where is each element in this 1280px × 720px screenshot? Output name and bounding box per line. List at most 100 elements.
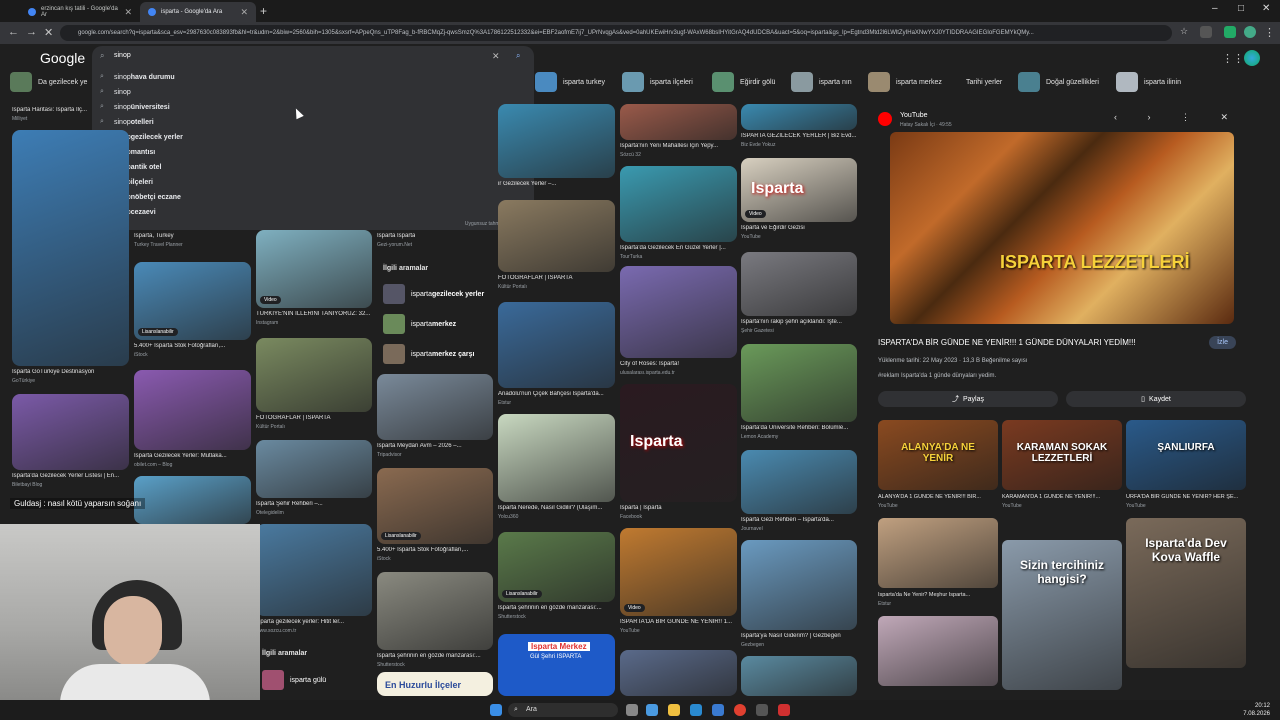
result-caption[interactable]: Isparta'ya Nasıl Giderim? | Gezbegen bbox=[741, 633, 857, 639]
store-icon[interactable] bbox=[712, 704, 724, 716]
result-image[interactable] bbox=[741, 252, 857, 316]
result-image[interactable] bbox=[741, 104, 857, 130]
video-thumbnail[interactable] bbox=[878, 518, 998, 588]
file-explorer-icon[interactable] bbox=[668, 704, 680, 716]
image-result[interactable]: Isparta şehrinin en gözde manzarası:... S… bbox=[377, 572, 493, 672]
image-result[interactable]: ir Gezilecek Yerler –... bbox=[498, 104, 615, 200]
result-source[interactable]: Shutterstock bbox=[377, 662, 405, 668]
result-source[interactable]: GoTürkiye bbox=[12, 378, 35, 384]
result-source[interactable]: Turkey Travel Planner bbox=[134, 242, 183, 248]
image-result[interactable]: FOTOĞRAFLAR | ISPARTA Kültür Portalı bbox=[498, 200, 615, 294]
video-title[interactable]: Isparta'da Ne Yenir? Meşhur Isparta... bbox=[878, 592, 998, 598]
result-source[interactable]: Lemon Academy bbox=[741, 434, 778, 440]
result-source[interactable]: Tripadvisor bbox=[377, 452, 402, 458]
image-result[interactable]: Video Isparta Isparta ve Eğirdir Gezisi You… bbox=[741, 158, 857, 244]
related-search-item[interactable]: isparta gezilecek yerler bbox=[383, 284, 484, 304]
tab-isparta[interactable]: isparta - Google'da Ara ✕ bbox=[140, 2, 256, 22]
image-result[interactable]: Isparta'da Gezilecek En Güzel Yerler |..… bbox=[620, 166, 737, 264]
preview-title[interactable]: ISPARTA'DA BİR GÜNDE NE YENİR!!! 1 GÜNDE… bbox=[878, 338, 1208, 347]
result-caption[interactable]: Isparta Isparta bbox=[377, 233, 415, 239]
image-result[interactable]: isparta gezilecek yerler: Hitit ler... ww… bbox=[256, 524, 372, 638]
save-button[interactable]: ▯ Kaydet bbox=[1066, 391, 1246, 407]
obs-icon[interactable] bbox=[756, 704, 768, 716]
result-source[interactable]: Biz Evde Yokuz bbox=[741, 142, 775, 148]
result-caption[interactable]: Isparta şehrinin en gözde manzarası:... bbox=[377, 653, 493, 659]
panel-nav-icons[interactable]: ‹ › ⋮ ✕ bbox=[1114, 112, 1242, 123]
result-image[interactable] bbox=[12, 130, 129, 366]
result-source[interactable]: Sözcü 32 bbox=[620, 152, 641, 158]
suggestion-item[interactable]: ⌕ sinop bbox=[100, 85, 131, 99]
filter-chip[interactable]: isparta ilçeleri bbox=[622, 72, 693, 92]
image-result[interactable]: Isparta'ya Nasıl Giderim? | Gezbegen Gezb… bbox=[741, 540, 857, 652]
tab-erzincan[interactable]: erzincan kış tatili - Google'da Ar ✕ bbox=[20, 2, 140, 22]
video-thumbnail[interactable] bbox=[1126, 420, 1246, 490]
result-caption[interactable]: Isparta Şehir Rehberi –... bbox=[256, 501, 372, 507]
filter-chip[interactable]: Tarihi yerler bbox=[966, 72, 1002, 92]
image-result[interactable]: Lisanslanabilir 5.400+ Isparta Stok Fotoğ… bbox=[377, 468, 493, 566]
image-result[interactable]: City of Roses: Isparta! ulusalarası.ispar… bbox=[620, 266, 737, 380]
result-caption[interactable]: FOTOĞRAFLAR | ISPARTA bbox=[256, 415, 372, 421]
result-caption[interactable]: FOTOĞRAFLAR | ISPARTA bbox=[498, 275, 615, 281]
new-tab-button[interactable]: + bbox=[260, 4, 267, 18]
result-source[interactable]: Biletbayi Blog bbox=[12, 482, 42, 488]
taskbar-clock[interactable]: 20:12 7.08.2026 bbox=[1243, 702, 1270, 718]
image-result[interactable]: Anadolu'nun Çiçek Bahçesi Isparta'da... E… bbox=[498, 302, 615, 410]
result-source[interactable]: Facebook bbox=[620, 514, 642, 520]
image-result[interactable]: Video ISPARTA'DA BİR GÜNDE NE YENİR!! 1..… bbox=[620, 528, 737, 638]
result-image[interactable] bbox=[377, 572, 493, 650]
result-source[interactable]: Yolcu360 bbox=[498, 514, 518, 520]
image-result[interactable]: Isparta Nerede, Nasıl Gidilir? (Ulaşım..… bbox=[498, 414, 615, 524]
image-result[interactable]: ISPARTA GEZİLECEK YERLER | Biz Evd... Biz… bbox=[741, 104, 857, 152]
result-image[interactable] bbox=[620, 650, 737, 696]
image-result[interactable]: Isparta'nın Yeni Mahallesi İçin Yepy... S… bbox=[620, 104, 737, 162]
watch-button[interactable]: İzle bbox=[1209, 336, 1236, 349]
bookmark-star-icon[interactable]: ☆ bbox=[1180, 26, 1188, 37]
image-result[interactable]: Isparta Gezilecek Yerler: Mutlaka... obil… bbox=[134, 370, 251, 472]
result-source[interactable]: Gezi-yorum.Net bbox=[377, 242, 412, 248]
result-caption[interactable]: Isparta'da Gezilecek Yerler Listesi | En… bbox=[12, 473, 129, 479]
image-result[interactable]: Lisanslanabilir Isparta şehrinin en gözde… bbox=[498, 532, 615, 624]
result-source[interactable]: TourTurka bbox=[620, 254, 642, 260]
result-caption[interactable]: TÜRKİYE'NİN İLLERİNİ TANIYORUZ: 32... bbox=[256, 311, 372, 317]
result-source[interactable]: iStock bbox=[134, 352, 148, 358]
source-name[interactable]: YouTube bbox=[900, 112, 928, 119]
google-logo[interactable]: Google bbox=[40, 50, 85, 66]
edge-icon[interactable] bbox=[690, 704, 702, 716]
result-caption[interactable]: Isparta Meydan Avm – 2026 –... bbox=[377, 443, 493, 449]
menu-icon[interactable]: ⋮ bbox=[1264, 26, 1275, 39]
result-image[interactable] bbox=[256, 440, 372, 498]
app-icon[interactable] bbox=[778, 704, 790, 716]
close-tab-icon[interactable]: ✕ bbox=[124, 7, 132, 18]
result-image[interactable] bbox=[741, 656, 857, 696]
result-caption[interactable]: ISPARTA'DA BİR GÜNDE NE YENİR!! 1... bbox=[620, 619, 737, 625]
result-image[interactable] bbox=[620, 166, 737, 242]
suggestion-item[interactable]: ⌕ sinop hava durumu bbox=[100, 70, 175, 84]
result-caption[interactable]: Isparta şehrinin en gözde manzarası:... bbox=[498, 605, 615, 611]
result-caption[interactable]: Isparta, Turkey bbox=[134, 233, 251, 239]
maximize-button[interactable]: □ bbox=[1238, 3, 1244, 14]
result-image[interactable] bbox=[498, 414, 615, 502]
result-caption[interactable]: Isparta GoTürkiye Destinasyon bbox=[12, 369, 129, 375]
share-button[interactable]: ⤴ Paylaş bbox=[878, 391, 1058, 407]
image-result[interactable]: Isparta'da Gezilecek Yerler Listesi | En… bbox=[12, 394, 129, 492]
related-search-item[interactable]: isparta merkez çarşı bbox=[383, 344, 474, 364]
result-source[interactable]: YouTube bbox=[741, 234, 761, 240]
result-image[interactable] bbox=[620, 104, 737, 140]
result-image[interactable] bbox=[134, 370, 251, 450]
result-caption[interactable]: ir Gezilecek Yerler –... bbox=[498, 181, 615, 187]
result-source[interactable]: Milliyet bbox=[12, 116, 27, 122]
result-image[interactable] bbox=[620, 266, 737, 358]
result-source[interactable]: ulusalarası.isparta.edu.tr bbox=[620, 370, 675, 376]
result-caption[interactable]: Anadolu'nun Çiçek Bahçesi Isparta'da... bbox=[498, 391, 615, 397]
result-image[interactable] bbox=[377, 374, 493, 440]
result-source[interactable]: Instagram bbox=[256, 320, 278, 326]
result-caption[interactable]: Isparta Gezi Rehberi – Isparta'da... bbox=[741, 517, 857, 523]
result-caption[interactable]: Isparta Gezilecek Yerler: Mutlaka... bbox=[134, 453, 251, 459]
result-image[interactable] bbox=[134, 476, 251, 524]
result-image[interactable] bbox=[498, 104, 615, 178]
back-icon[interactable]: ← bbox=[8, 26, 19, 38]
filter-chip[interactable]: isparta nın bbox=[791, 72, 852, 92]
address-bar[interactable]: google.com/search?q=isparta&sca_esv=2987… bbox=[60, 25, 1172, 41]
forward-icon[interactable]: → bbox=[26, 26, 37, 38]
filter-chip[interactable]: Eğirdir gölü bbox=[712, 72, 775, 92]
